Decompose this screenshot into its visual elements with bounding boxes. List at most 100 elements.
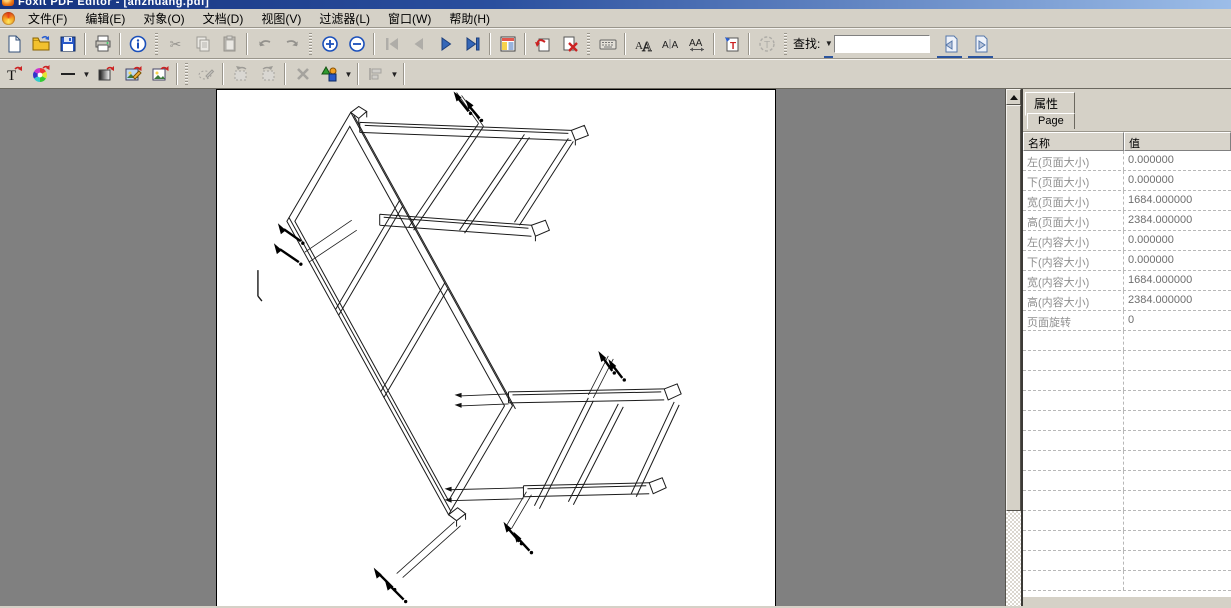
line-style-caret[interactable]: ▼ <box>81 62 92 87</box>
menu-view[interactable]: 视图(V) <box>252 8 310 29</box>
zoom-out-button[interactable] <box>343 31 370 56</box>
align-caret[interactable]: ▼ <box>389 62 400 87</box>
new-document-button[interactable] <box>0 31 27 56</box>
property-value[interactable] <box>1124 531 1231 550</box>
copy-button[interactable] <box>189 31 216 56</box>
shapes-button[interactable] <box>316 62 343 87</box>
menu-filter[interactable]: 过滤器(L) <box>310 8 379 29</box>
property-value[interactable]: 0 <box>1124 311 1231 330</box>
property-value[interactable]: 0.000000 <box>1124 171 1231 190</box>
save-button[interactable] <box>54 31 81 56</box>
keyboard-button[interactable] <box>594 31 621 56</box>
property-value[interactable] <box>1124 551 1231 570</box>
menu-help[interactable]: 帮助(H) <box>440 8 499 29</box>
toolbar-separator <box>403 63 405 85</box>
menu-edit[interactable]: 编辑(E) <box>76 8 134 29</box>
column-header-value[interactable]: 值 <box>1124 132 1231 151</box>
property-name: 左(页面大小) <box>1023 151 1124 170</box>
char-scale-button[interactable]: AA <box>683 31 710 56</box>
toolbar-gripper[interactable] <box>309 33 312 55</box>
vertical-scrollbar[interactable] <box>1005 89 1021 606</box>
property-value[interactable]: 2384.000000 <box>1124 291 1231 310</box>
property-value[interactable]: 0.000000 <box>1124 251 1231 270</box>
page-setup-button[interactable] <box>494 31 521 56</box>
property-value[interactable]: 0.000000 <box>1124 151 1231 170</box>
find-dropdown-caret[interactable]: ▼ <box>823 31 834 56</box>
delete-page-button[interactable] <box>556 31 583 56</box>
svg-text:A: A <box>662 40 669 51</box>
char-spacing-button[interactable]: AA <box>656 31 683 56</box>
property-name <box>1023 571 1124 590</box>
toolbar-gripper[interactable] <box>784 33 787 55</box>
menu-object[interactable]: 对象(O) <box>134 8 193 29</box>
property-value[interactable] <box>1124 491 1231 510</box>
find-back-button[interactable] <box>936 31 963 56</box>
property-value[interactable] <box>1124 331 1231 350</box>
pdf-page[interactable] <box>216 89 776 606</box>
copy-icon <box>194 35 212 53</box>
menu-document[interactable]: 文档(D) <box>194 8 253 29</box>
property-value[interactable] <box>1124 431 1231 450</box>
shapes-caret[interactable]: ▼ <box>343 62 354 87</box>
menu-window[interactable]: 窗口(W) <box>379 8 440 29</box>
property-value[interactable] <box>1124 451 1231 470</box>
property-value[interactable] <box>1124 511 1231 530</box>
toolbar-gripper[interactable] <box>587 33 590 55</box>
add-image-button[interactable] <box>146 62 173 87</box>
first-page-button[interactable] <box>378 31 405 56</box>
property-row <box>1023 411 1231 431</box>
toolbar-separator <box>284 63 286 85</box>
edit-image-button[interactable] <box>119 62 146 87</box>
next-page-button[interactable] <box>432 31 459 56</box>
property-value[interactable]: 0.000000 <box>1124 231 1231 250</box>
color-tool-button[interactable] <box>27 62 54 87</box>
document-window-icon[interactable] <box>2 12 15 25</box>
align-button[interactable] <box>362 62 389 87</box>
print-button[interactable] <box>89 31 116 56</box>
document-canvas[interactable] <box>0 89 1005 606</box>
property-value[interactable]: 1684.000000 <box>1124 271 1231 290</box>
property-row <box>1023 471 1231 491</box>
redo-button[interactable] <box>278 31 305 56</box>
column-header-name[interactable]: 名称 <box>1023 132 1124 151</box>
toolbar-gripper[interactable] <box>185 63 188 85</box>
property-value[interactable] <box>1124 471 1231 490</box>
property-value[interactable]: 1684.000000 <box>1124 191 1231 210</box>
find-forward-button[interactable] <box>967 31 994 56</box>
rotate-object-right-button[interactable] <box>254 62 281 87</box>
property-value[interactable] <box>1124 571 1231 590</box>
undo-button[interactable] <box>251 31 278 56</box>
circled-text-button[interactable]: T <box>753 31 780 56</box>
last-page-button[interactable] <box>459 31 486 56</box>
delete-object-button[interactable] <box>289 62 316 87</box>
page-tab[interactable]: Page <box>1027 113 1075 129</box>
property-value[interactable]: 2384.000000 <box>1124 211 1231 230</box>
prev-page-button[interactable] <box>405 31 432 56</box>
toolbar-gripper[interactable] <box>155 33 158 55</box>
rotate-object-left-button[interactable] <box>227 62 254 87</box>
gradient-tool-button[interactable] <box>92 62 119 87</box>
find-input[interactable] <box>834 35 930 53</box>
menu-file[interactable]: 文件(F) <box>19 8 76 29</box>
rotate-page-button[interactable] <box>529 31 556 56</box>
property-value[interactable] <box>1124 371 1231 390</box>
save-icon <box>59 35 77 53</box>
scroll-up-button[interactable] <box>1006 89 1021 105</box>
property-value[interactable] <box>1124 351 1231 370</box>
property-value[interactable] <box>1124 391 1231 410</box>
text-tool-button[interactable]: T <box>0 62 27 87</box>
cut-button[interactable]: ✂ <box>162 31 189 56</box>
paste-button[interactable] <box>216 31 243 56</box>
property-name <box>1023 331 1124 350</box>
line-style-button[interactable] <box>54 62 81 87</box>
info-button[interactable] <box>124 31 151 56</box>
add-text-button[interactable]: T <box>718 31 745 56</box>
open-button[interactable] <box>27 31 54 56</box>
scrollbar-thumb[interactable] <box>1006 105 1021 511</box>
select-object-button[interactable] <box>192 62 219 87</box>
property-value[interactable] <box>1124 411 1231 430</box>
property-name <box>1023 491 1124 510</box>
zoom-in-button[interactable] <box>316 31 343 56</box>
property-row: 高(页面大小)2384.000000 <box>1023 211 1231 231</box>
font-button[interactable]: AA <box>629 31 656 56</box>
